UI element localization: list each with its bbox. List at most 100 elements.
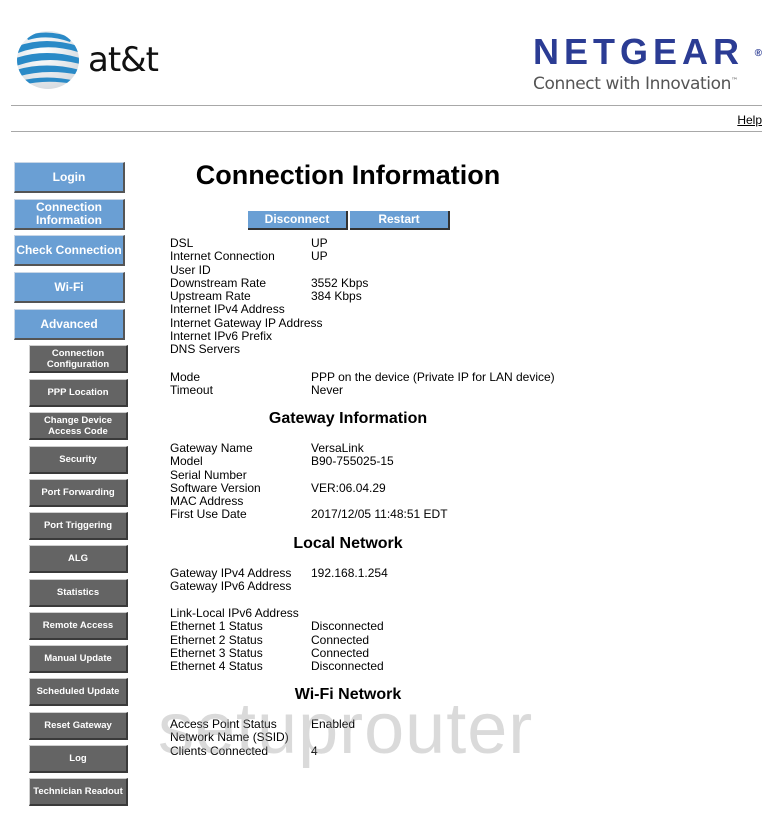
info-label: Gateway IPv6 Address <box>170 579 292 594</box>
info-label: Ethernet 3 Status <box>170 645 263 660</box>
info-label: Gateway IPv4 Address <box>170 566 292 580</box>
nav-manual-update[interactable]: Manual Update <box>29 645 128 673</box>
info-value: 4 <box>311 743 318 758</box>
info-label: Network Name (SSID) <box>170 730 289 745</box>
info-value: Disconnected <box>311 619 384 634</box>
info-label: Gateway Name <box>170 441 253 455</box>
page-header: at&t NETGEAR ® Connect with Innovation™ <box>0 0 768 105</box>
info-value: 192.168.1.254 <box>311 566 388 580</box>
info-label: DNS Servers <box>170 342 241 357</box>
nav-ppp-location[interactable]: PPP Location <box>29 379 128 407</box>
info-label: Internet Gateway IP Address <box>170 315 323 330</box>
info-row-ethernet-4: Ethernet 4 Status Disconnected <box>170 659 384 674</box>
info-row-software-version: Software Version VER:06.04.29 <box>170 480 448 495</box>
restart-button[interactable]: Restart <box>350 211 450 230</box>
info-value: UP <box>311 236 328 250</box>
info-value: UP <box>311 249 328 264</box>
info-row-dsl: DSL UP <box>170 236 368 250</box>
info-row-access-point-status: Access Point Status Enabled <box>170 717 356 731</box>
nav-security[interactable]: Security <box>29 446 128 474</box>
nav-port-forwarding[interactable]: Port Forwarding <box>29 479 128 507</box>
disconnect-button[interactable]: Disconnect <box>248 211 348 230</box>
info-label: Serial Number <box>170 467 247 482</box>
info-label: DSL <box>170 236 194 250</box>
info-value: Disconnected <box>311 659 384 674</box>
info-row-ethernet-1: Ethernet 1 Status Disconnected <box>170 619 384 634</box>
nav-change-device-access-code[interactable]: Change Device Access Code <box>29 412 128 440</box>
info-row-gateway-ipv4: Gateway IPv4 Address 192.168.1.254 <box>170 566 388 580</box>
wifi-info-list: Access Point Status Enabled Network Name … <box>170 717 356 758</box>
info-value: VersaLink <box>311 441 364 455</box>
info-label: Internet IPv6 Prefix <box>170 329 273 344</box>
local-network-list-b: Link-Local IPv6 Address Ethernet 1 Statu… <box>170 606 384 674</box>
page-title: Connection Information <box>195 160 501 190</box>
connection-info-list: DSL UP Internet Connection UP User ID Down… <box>170 236 369 357</box>
att-globe-icon <box>17 31 79 89</box>
info-label: Internet IPv4 Address <box>170 302 285 317</box>
info-row-ethernet-2: Ethernet 2 Status Connected <box>170 632 384 647</box>
info-row-clients-connected: Clients Connected 4 <box>170 743 355 758</box>
info-label: Software Version <box>170 480 261 495</box>
local-network-list-a: Gateway IPv4 Address 192.168.1.254 Gatewa… <box>170 566 388 594</box>
info-row-ssid: Network Name (SSID) <box>170 730 355 745</box>
info-row-timeout: Timeout Never <box>170 383 555 398</box>
info-value: Connected <box>311 645 370 660</box>
info-value: PPP on the device (Private IP for LAN de… <box>311 370 555 384</box>
info-row-gateway-name: Gateway Name VersaLink <box>170 441 448 455</box>
att-logo-text: at&t <box>88 40 159 80</box>
local-network-heading: Local Network <box>293 535 403 552</box>
nav-wifi[interactable]: Wi-Fi <box>14 272 125 303</box>
info-label: Upstream Rate <box>170 289 251 304</box>
nav-log[interactable]: Log <box>29 745 128 773</box>
info-row-gateway-ip: Internet Gateway IP Address <box>170 315 368 330</box>
info-label: Internet Connection <box>170 249 275 264</box>
nav-check-connection[interactable]: Check Connection <box>14 235 125 266</box>
info-label: MAC Address <box>170 494 244 509</box>
header-divider-top <box>11 105 762 106</box>
trademark-mark: ™ <box>730 76 738 85</box>
info-label: First Use Date <box>170 507 247 522</box>
att-logo: at&t <box>16 30 159 90</box>
nav-connection-information[interactable]: Connection Information <box>14 199 125 230</box>
info-row-first-use-date: First Use Date 2017/12/05 11:48:51 EDT <box>170 507 448 522</box>
netgear-tagline: Connect with Innovation <box>533 74 731 94</box>
info-label: Timeout <box>170 383 213 398</box>
info-row-gateway-ipv6: Gateway IPv6 Address <box>170 579 388 594</box>
nav-remote-access[interactable]: Remote Access <box>29 612 128 640</box>
info-value: VER:06.04.29 <box>311 480 386 495</box>
info-row-dns-servers: DNS Servers <box>170 342 368 357</box>
info-label: Access Point Status <box>170 717 277 731</box>
info-value: Connected <box>311 632 370 647</box>
info-row-downstream-rate: Downstream Rate 3552 Kbps <box>170 275 369 290</box>
nav-statistics[interactable]: Statistics <box>29 579 128 607</box>
info-row-serial-number: Serial Number <box>170 467 448 482</box>
nav-login[interactable]: Login <box>14 162 125 193</box>
info-row-link-local-ipv6: Link-Local IPv6 Address <box>170 606 384 620</box>
info-row-upstream-rate: Upstream Rate 384 Kbps <box>170 289 368 304</box>
info-label: Ethernet 1 Status <box>170 619 263 634</box>
nav-alg[interactable]: ALG <box>29 545 128 573</box>
info-value: 3552 Kbps <box>311 275 369 290</box>
netgear-name: NETGEAR <box>533 31 745 72</box>
nav-port-triggering[interactable]: Port Triggering <box>29 512 128 540</box>
gateway-info-list: Gateway Name VersaLink Model B90-755025-15… <box>170 441 448 522</box>
registered-mark: ® <box>754 48 762 59</box>
info-row-mac-address: MAC Address <box>170 494 448 509</box>
info-row-ipv6-prefix: Internet IPv6 Prefix <box>170 329 368 344</box>
info-row-ipv4-address: Internet IPv4 Address <box>170 302 368 317</box>
info-label: Ethernet 2 Status <box>170 632 263 647</box>
wifi-network-heading: Wi-Fi Network <box>294 686 402 703</box>
nav-reset-gateway[interactable]: Reset Gateway <box>29 712 128 740</box>
help-link[interactable]: Help <box>737 113 762 127</box>
info-label: Model <box>170 454 203 469</box>
info-value: Enabled <box>311 717 356 731</box>
nav-advanced[interactable]: Advanced <box>14 309 125 340</box>
info-row-internet-connection: Internet Connection UP <box>170 249 368 264</box>
nav-connection-configuration[interactable]: Connection Configuration <box>29 345 128 373</box>
info-label: Clients Connected <box>170 743 269 758</box>
info-row-ethernet-3: Ethernet 3 Status Connected <box>170 645 384 660</box>
nav-technician-readout[interactable]: Technician Readout <box>29 778 128 806</box>
info-row-mode: Mode PPP on the device (Private IP for LA… <box>170 370 555 384</box>
info-value: 2017/12/05 11:48:51 EDT <box>311 507 448 522</box>
nav-scheduled-update[interactable]: Scheduled Update <box>29 678 128 706</box>
